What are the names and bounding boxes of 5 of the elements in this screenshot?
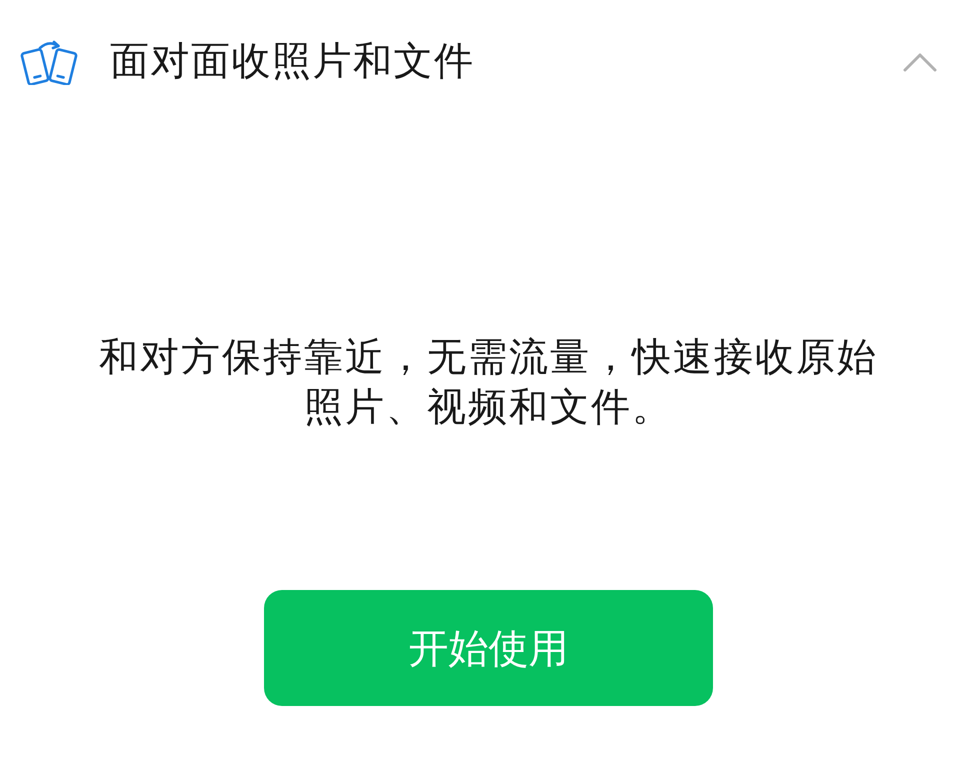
section-title: 面对面收照片和文件 xyxy=(110,38,476,86)
chevron-up-icon[interactable] xyxy=(903,52,937,72)
description-text: 和对方保持靠近，无需流量，快速接收原始照片、视频和文件。 xyxy=(98,334,879,432)
start-button[interactable]: 开始使用 xyxy=(264,590,713,706)
phones-exchange-icon xyxy=(20,39,78,85)
